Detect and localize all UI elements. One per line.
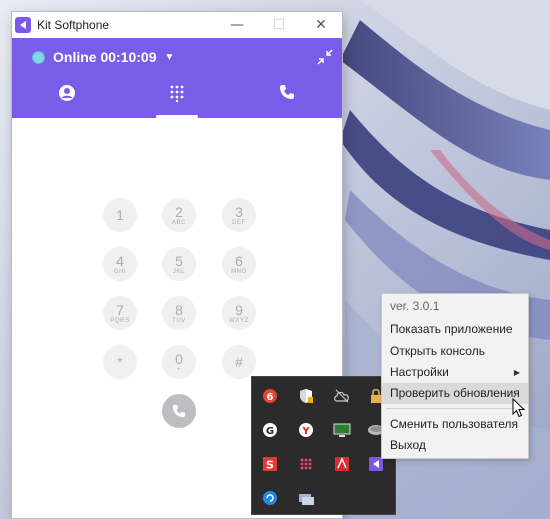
kit-logo-icon	[15, 17, 31, 33]
menu-item-switch-user[interactable]: Сменить пользователя	[382, 414, 528, 435]
dots-app-icon[interactable]	[296, 454, 316, 474]
menu-item-label: Настройки	[390, 365, 449, 379]
menu-item-label: Проверить обновления	[390, 386, 520, 400]
call-button[interactable]	[162, 394, 196, 428]
menu-version-label: ver. 3.0.1	[390, 299, 440, 313]
menu-item-label: Открыть консоль	[390, 344, 485, 358]
chevron-down-icon: ▼	[164, 51, 175, 63]
tab-calls[interactable]	[232, 84, 342, 118]
tray-context-menu: ver. 3.0.1 Показать приложение Открыть к…	[382, 294, 528, 458]
monitor-icon[interactable]	[332, 420, 352, 440]
yandex-icon[interactable]: Y	[296, 420, 316, 440]
svg-text:6: 6	[267, 392, 274, 403]
acrobat-icon[interactable]	[332, 454, 352, 474]
grammarly-icon[interactable]: G	[260, 420, 280, 440]
dialpad-key-6[interactable]: 6 MNO	[222, 247, 256, 281]
dialpad-key-8[interactable]: 8 TUV	[162, 296, 196, 330]
menu-item-open-console[interactable]: Открыть консоль	[382, 341, 528, 362]
menu-item-settings[interactable]: Настройки ▶	[382, 362, 528, 383]
sync-app-icon[interactable]	[260, 488, 280, 508]
dialpad-icon	[170, 85, 184, 102]
menu-item-label: Показать приложение	[390, 322, 513, 336]
menu-item-exit[interactable]: Выход	[382, 435, 528, 456]
network-icon[interactable]	[296, 488, 316, 508]
menu-item-label: Выход	[390, 438, 426, 452]
main-tabs	[12, 84, 342, 118]
dialpad-key-star[interactable]: *	[103, 345, 137, 379]
menu-item-show-app[interactable]: Показать приложение	[382, 319, 528, 340]
call-phone-icon	[172, 404, 186, 418]
maximize-icon: ☐	[272, 17, 286, 33]
dialpad-key-5[interactable]: 5 JKL	[162, 247, 196, 281]
security-shield-icon[interactable]	[296, 386, 316, 406]
svg-text:S: S	[266, 459, 274, 472]
tray-overflow-panel: 6 G Y S	[252, 377, 395, 514]
menu-item-label: Сменить пользователя	[390, 417, 518, 431]
dialpad-key-hash[interactable]: #	[222, 345, 256, 379]
contact-icon	[59, 85, 75, 101]
menu-separator	[386, 408, 524, 409]
phone-icon	[280, 85, 294, 99]
status-dot	[32, 50, 45, 64]
svg-text:G: G	[266, 426, 274, 437]
s-app-icon[interactable]: S	[260, 454, 280, 474]
dialpad-key-9[interactable]: 9 WXYZ	[222, 296, 256, 330]
minimize-icon[interactable]: —	[216, 12, 258, 38]
mouse-cursor-icon	[512, 398, 526, 418]
status-text: Online 00:10:09	[53, 49, 157, 65]
tab-contacts[interactable]	[12, 84, 122, 118]
dialpad-key-3[interactable]: 3 DEF	[222, 198, 256, 232]
dialpad-key-7[interactable]: 7 PQRS	[103, 296, 137, 330]
cloud-offline-icon[interactable]	[332, 386, 352, 406]
dialpad-key-1[interactable]: 1	[103, 198, 137, 232]
window-title: Kit Softphone	[37, 18, 110, 32]
submenu-arrow-icon: ▶	[513, 368, 520, 377]
tab-dialpad[interactable]	[122, 84, 232, 118]
app-header: Online 00:10:09 ▼	[12, 38, 342, 118]
status-selector[interactable]: Online 00:10:09 ▼	[32, 49, 174, 65]
app-b-icon[interactable]: 6	[260, 386, 280, 406]
dialpad-key-0[interactable]: 0 +	[162, 345, 196, 379]
menu-item-check-updates[interactable]: Проверить обновления	[382, 383, 528, 404]
window-titlebar[interactable]: Kit Softphone — ☐ ✕	[12, 12, 342, 38]
shrink-window-icon[interactable]	[317, 49, 333, 65]
close-icon[interactable]: ✕	[300, 12, 342, 38]
svg-text:Y: Y	[301, 426, 310, 437]
dialpad-key-4[interactable]: 4 GHI	[103, 247, 137, 281]
dialpad-key-2[interactable]: 2 ABC	[162, 198, 196, 232]
